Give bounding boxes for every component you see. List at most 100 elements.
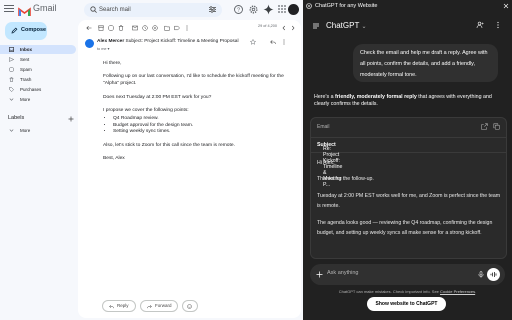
draft-line: The agenda looks good — reviewing the Q4… <box>317 219 493 237</box>
open-external-icon[interactable] <box>481 123 488 130</box>
pager-count: 29 of 4,200 <box>257 24 277 28</box>
label-icon[interactable] <box>174 25 180 31</box>
voice-mode-button[interactable] <box>487 268 500 281</box>
sender-name[interactable]: Alex Mercer <box>97 39 124 44</box>
reply-button[interactable]: Reply <box>102 300 136 312</box>
delete-icon[interactable] <box>118 25 124 31</box>
filter-icon[interactable] <box>209 6 216 13</box>
reply-label: Reply <box>117 303 129 308</box>
email-card-body: Hi Alex, Thanks for the follow-up. Tuesd… <box>317 158 502 244</box>
archive-icon[interactable] <box>98 25 104 31</box>
send-icon <box>9 57 14 62</box>
email-bullet: Setting weekly sync times. <box>113 129 293 136</box>
assistant-bold-text: friendly, moderately formal reply <box>335 94 417 100</box>
recipient-to-me[interactable]: to me ▾ <box>97 46 109 51</box>
more-vert-icon[interactable] <box>494 21 502 29</box>
add-task-icon[interactable] <box>152 25 158 31</box>
sender-avatar[interactable] <box>85 39 94 48</box>
gmail-header: Gmail Search mail ? <box>0 0 303 20</box>
emoji-reaction-button[interactable] <box>182 300 198 312</box>
search-input[interactable]: Search mail <box>99 5 131 15</box>
sidebar-item-sent[interactable]: Sent <box>0 55 76 64</box>
sidebar-item-label: Inbox <box>20 47 32 52</box>
copy-icon[interactable] <box>493 123 500 130</box>
model-selector[interactable]: ChatGPT ⌄ <box>326 21 366 30</box>
gmail-logo-icon[interactable] <box>18 4 31 16</box>
sidebar-item-label: Purchases <box>20 87 42 92</box>
next-chevron-icon[interactable] <box>290 25 296 31</box>
account-avatar[interactable] <box>288 4 299 15</box>
add-user-icon[interactable] <box>476 21 484 29</box>
plus-icon[interactable] <box>316 271 323 278</box>
user-message-bubble: Check the email and help me draft a repl… <box>353 44 498 82</box>
show-website-button[interactable]: Show website to ChatGPT <box>367 297 446 311</box>
chatgpt-logo-icon <box>306 3 312 9</box>
sidebar-item-trash[interactable]: Trash <box>0 75 76 84</box>
email-bullet-list: Q4 Roadmap review. Budget approval for t… <box>103 116 293 136</box>
reply-icon[interactable] <box>270 39 276 45</box>
settings-gear-icon[interactable] <box>248 4 259 15</box>
email-paragraph: Does next Tuesday at 2:00 PM EST work fo… <box>103 94 212 100</box>
email-paragraph: Following up on our last conversation, I… <box>103 74 284 87</box>
svg-text:?: ? <box>237 8 240 14</box>
report-spam-icon[interactable] <box>108 25 114 31</box>
chevron-down-icon <box>9 98 14 101</box>
forward-label: Forward <box>155 303 172 308</box>
sidebar-item-label: Spam <box>20 67 32 72</box>
card-fade-overlay <box>311 242 506 258</box>
sender-line: Alex Mercer Subject: Project Kickoff: Ti… <box>97 39 239 44</box>
sidebar-item-label: More <box>20 97 31 102</box>
sidebar-item-label: Trash <box>20 77 32 82</box>
chevron-down-icon <box>9 129 14 132</box>
sidebar-item-inbox[interactable]: Inbox <box>0 45 76 54</box>
back-arrow-icon[interactable] <box>86 25 92 31</box>
email-card-subject: Subject Re: Project Kickoff: Timeline & … <box>317 142 342 188</box>
email-signoff: Best, Alex <box>103 156 125 162</box>
inbox-icon <box>9 47 14 52</box>
add-label-icon[interactable] <box>68 116 74 122</box>
snooze-clock-icon[interactable] <box>142 25 148 31</box>
previous-chevron-icon[interactable] <box>281 25 287 31</box>
assistant-message: Here's a friendly, moderately formal rep… <box>314 94 504 108</box>
gemini-sparkle-icon[interactable] <box>263 4 274 15</box>
labels-more[interactable]: More <box>0 126 76 135</box>
sidebar-toggle-icon[interactable] <box>312 22 320 30</box>
forward-button[interactable]: Forward <box>140 300 178 312</box>
sidebar-item-more[interactable]: More <box>0 95 76 104</box>
search-bar[interactable]: Search mail <box>84 3 222 17</box>
waveform-icon <box>490 272 497 277</box>
compose-button[interactable]: Compose <box>5 22 47 40</box>
apps-grid-icon[interactable] <box>277 4 287 14</box>
email-body: Hi there, Following up on our last conve… <box>103 61 293 170</box>
labels-heading: Labels <box>8 115 25 121</box>
sidebar-item-spam[interactable]: Spam <box>0 65 76 74</box>
draft-line: Thanks for the follow-up. <box>317 176 374 183</box>
mark-unread-icon[interactable] <box>132 25 138 31</box>
ask-input[interactable]: Ask anything <box>327 270 359 276</box>
email-subject: Subject: Project Kickoff: Timeline & Mee… <box>125 39 239 44</box>
move-to-icon[interactable] <box>164 25 170 31</box>
help-icon[interactable]: ? <box>233 4 244 15</box>
forward-icon <box>147 304 152 308</box>
microphone-icon[interactable] <box>478 271 484 278</box>
more-vert-icon[interactable] <box>184 25 190 31</box>
email-card-header: Email <box>317 124 330 130</box>
cookie-preferences-link[interactable]: Cookie Preferences <box>440 289 475 294</box>
sidebar-item-label: More <box>20 128 31 133</box>
chatgpt-panel: ChatGPT for any Website ChatGPT ⌄ Check … <box>303 0 512 320</box>
draft-line: Tuesday at 2:00 PM EST works well for me… <box>317 192 501 210</box>
star-icon[interactable] <box>250 39 256 45</box>
compose-label: Compose <box>21 27 47 33</box>
reply-icon <box>109 304 114 308</box>
email-greeting: Hi there, <box>103 61 122 66</box>
show-website-label: Show website to ChatGPT <box>375 300 438 307</box>
sidebar-item-purchases[interactable]: Purchases <box>0 85 76 94</box>
menu-icon[interactable] <box>4 5 14 13</box>
sidebar-item-label: Sent <box>20 57 30 62</box>
pencil-icon <box>11 27 18 34</box>
ask-input-bar[interactable]: Ask anything <box>310 264 505 285</box>
message-panel: 29 of 4,200 Alex Mercer Subject: Project… <box>78 20 301 318</box>
close-icon[interactable] <box>503 3 509 9</box>
gmail-logo-text: Gmail <box>33 3 57 13</box>
more-vert-icon[interactable] <box>281 39 287 45</box>
